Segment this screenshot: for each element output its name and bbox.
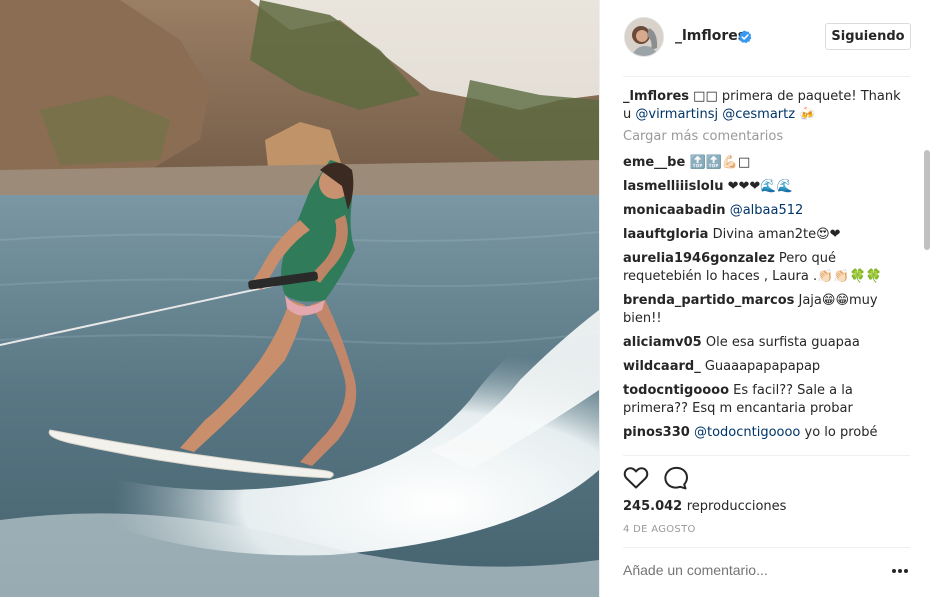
comment-mention[interactable]: @albaa512 [730, 203, 804, 218]
caption-mention-virmartinsj[interactable]: @virmartinsj [635, 107, 718, 122]
speech-bubble-icon[interactable] [663, 466, 689, 490]
comment-username[interactable]: brenda_partido_marcos [623, 293, 794, 308]
comment-mention[interactable]: @todocntigoooo [694, 425, 800, 440]
waterskiing-scene [0, 0, 599, 597]
view-count-number: 245.042 [623, 499, 683, 514]
comment-text: ❤❤❤🌊🌊 [723, 179, 793, 194]
avatar-photo [625, 18, 663, 56]
load-more-comments-link[interactable]: Cargar más comentarios [623, 128, 910, 146]
verified-badge-icon [738, 30, 752, 44]
caption-username[interactable]: _lmflores [623, 89, 689, 104]
comment-item: laauftgloria Divina aman2te😍❤ [623, 226, 910, 244]
comments-list[interactable]: _lmflores □□ primera de paquete! Thank u… [623, 88, 910, 455]
post-sidebar: _lmflores Siguiendo _lmflores □□ primera… [599, 0, 930, 597]
post-actions [623, 466, 689, 492]
post-author-username[interactable]: _lmflores [675, 28, 746, 44]
comment-username[interactable]: pinos330 [623, 425, 690, 440]
comment-item: lasmelliiislolu ❤❤❤🌊🌊 [623, 178, 910, 196]
instagram-post: _lmflores Siguiendo _lmflores □□ primera… [0, 0, 930, 597]
comment-username[interactable]: monicaabadin [623, 203, 726, 218]
following-button[interactable]: Siguiendo [825, 23, 911, 50]
comment-username[interactable]: todocntigoooo [623, 383, 729, 398]
comment-username[interactable]: laauftgloria [623, 227, 708, 242]
comment-text: 🔝🔝💪🏻□ [685, 155, 751, 170]
view-count[interactable]: 245.042 reproducciones [623, 499, 786, 514]
add-comment-divider [623, 547, 910, 548]
comment-item: wildcaard_ Guaaapapapapap [623, 358, 910, 376]
comment-text: Ole esa surfista guapaa [701, 335, 860, 350]
comment-item: pinos330 @todocntigoooo yo lo probé [623, 424, 910, 442]
comments-scrollbar[interactable] [924, 150, 930, 250]
comment-username[interactable]: aliciamv05 [623, 335, 702, 350]
post-header: _lmflores Siguiendo [600, 0, 930, 76]
post-date[interactable]: 4 DE AGOSTO [623, 524, 696, 535]
post-caption: _lmflores □□ primera de paquete! Thank u… [623, 88, 910, 124]
view-count-label: reproducciones [686, 499, 787, 514]
comment-item: aliciamv05 Ole esa surfista guapaa [623, 334, 910, 352]
comment-username[interactable]: lasmelliiislolu [623, 179, 723, 194]
comment-text: Guaaapapapapap [700, 359, 821, 374]
comments-divider [623, 455, 910, 456]
add-comment-input[interactable] [623, 562, 873, 578]
comment-text-after: yo lo probé [800, 425, 878, 440]
avatar[interactable] [624, 17, 664, 57]
more-options-icon[interactable] [891, 567, 909, 575]
comment-item: eme__be 🔝🔝💪🏻□ [623, 154, 910, 172]
comment-text: Divina aman2te😍❤ [708, 227, 841, 242]
comment-username[interactable]: eme__be [623, 155, 685, 170]
comment-item: aurelia1946gonzalez Pero qué requetebién… [623, 250, 910, 286]
comment-item: brenda_partido_marcos Jaja😁😁muy bien!! [623, 292, 910, 328]
header-divider [623, 76, 910, 77]
caption-mention-cesmartz[interactable]: @cesmartz [722, 107, 795, 122]
comment-username[interactable]: wildcaard_ [623, 359, 701, 374]
heart-outline-icon[interactable] [623, 466, 649, 490]
caption-text-b: 🍻 [795, 107, 816, 122]
comment-item: todocntigoooo Es facil?? Sale a la prime… [623, 382, 910, 418]
comment-username[interactable]: aurelia1946gonzalez [623, 251, 775, 266]
comment-item: monicaabadin @albaa512 [623, 202, 910, 220]
post-video[interactable] [0, 0, 599, 597]
